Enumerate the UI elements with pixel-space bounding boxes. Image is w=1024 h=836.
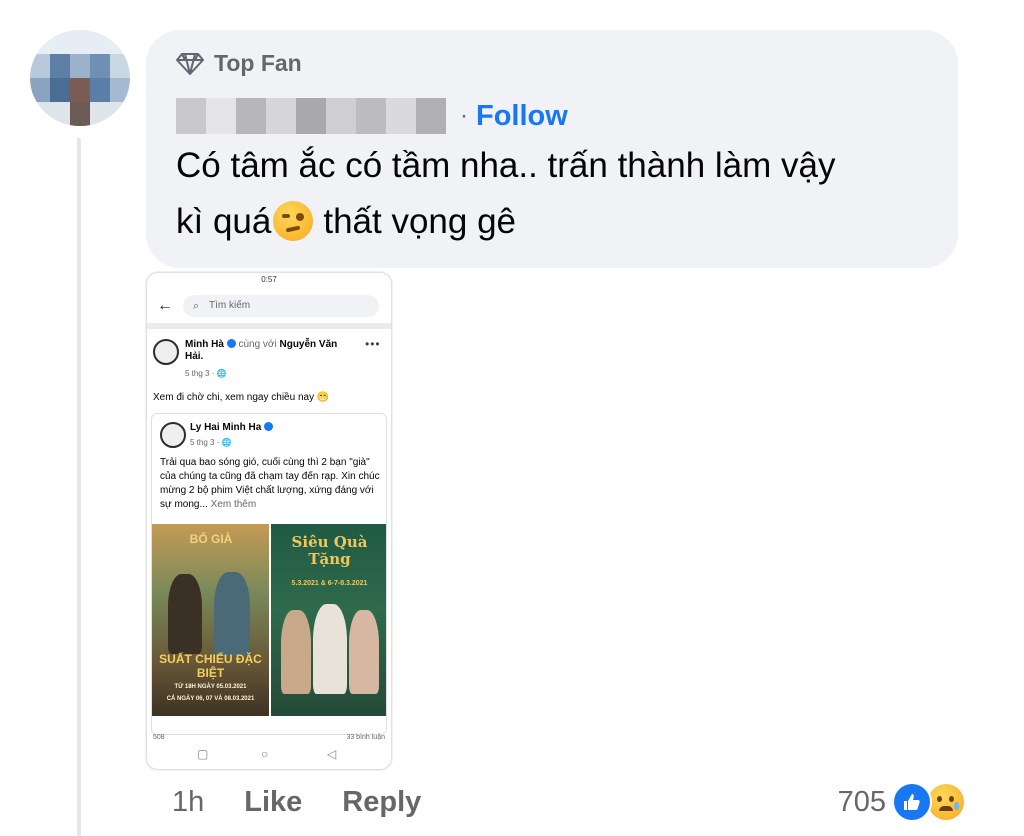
android-nav-bar: ▢ ○ ◁ xyxy=(147,747,391,763)
back-arrow-icon: ← xyxy=(157,297,173,314)
post-avatar xyxy=(153,339,179,365)
comment-bubble: Top Fan · Follow Có tâm ắc có tầm nha.. … xyxy=(146,30,958,268)
divider xyxy=(147,323,391,329)
post-date: 5 thg 3 · 🌐 xyxy=(185,369,227,378)
sad-reaction-icon xyxy=(926,782,966,822)
search-input: ⌕ Tìm kiếm xyxy=(183,295,379,317)
shared-body-text: Trải qua bao sóng gió, cuối cùng thì 2 b… xyxy=(160,457,380,510)
person-figure xyxy=(168,574,202,654)
movie-poster-bo-gia: BỐ GIÀ SUẤT CHIẾU ĐẶC BIỆT TỪ 18H NGÀY 0… xyxy=(152,524,269,716)
post-date-text: 5 thg 3 · xyxy=(185,369,217,378)
verified-icon xyxy=(264,422,274,431)
poster2-dates: 5.3.2021 & 6-7-8.3.2021 xyxy=(291,580,368,587)
top-fan-badge: Top Fan xyxy=(176,50,302,77)
see-more-link: Xem thêm xyxy=(210,499,257,510)
thumbs-up-icon xyxy=(904,794,920,810)
post-with-text: cùng với xyxy=(238,339,277,350)
diamond-icon xyxy=(176,52,204,75)
like-button[interactable]: Like xyxy=(244,786,302,819)
poster1-title: BỐ GIÀ xyxy=(189,532,233,546)
reaction-summary[interactable]: 705 xyxy=(838,780,966,824)
separator-dot: · xyxy=(460,102,468,129)
person-figure xyxy=(281,610,311,694)
status-time: 0:57 xyxy=(261,275,277,284)
post-reactions-row: 508 33 bình luận xyxy=(153,734,385,741)
shared-body: Trải qua bao sóng gió, cuối cùng thì 2 b… xyxy=(160,456,380,512)
search-bar: ← ⌕ Tìm kiếm xyxy=(147,291,391,321)
like-reaction-icon xyxy=(892,782,932,822)
comment-time[interactable]: 1h xyxy=(172,786,204,819)
avatar[interactable] xyxy=(30,30,130,126)
comment-line-1: Có tâm ắc có tầm nha.. trấn thành làm vậ… xyxy=(176,146,836,185)
reaction-total: 705 xyxy=(837,785,886,818)
reply-button[interactable]: Reply xyxy=(342,786,421,819)
woozy-face-icon xyxy=(273,201,314,241)
person-figure xyxy=(214,572,250,656)
home-icon: ○ xyxy=(261,747,269,761)
shared-date: 5 thg 3 · 🌐 xyxy=(190,438,232,447)
shared-author: Ly Hai Minh Ha xyxy=(190,422,262,433)
poster1-caption: SUẤT CHIẾU ĐẶC BIỆT xyxy=(159,652,262,680)
search-icon: ⌕ xyxy=(193,300,200,312)
author-name-blurred[interactable] xyxy=(176,98,446,134)
person-figure xyxy=(349,610,379,694)
post-header: Minh Hà cùng với Nguyễn Văn Hải. xyxy=(185,339,355,363)
poster2-title: Siêu Quà Tặng xyxy=(291,533,368,568)
search-placeholder: Tìm kiếm xyxy=(209,300,251,311)
recent-apps-icon: ▢ xyxy=(197,747,209,761)
back-icon: ◁ xyxy=(327,747,337,761)
poster1-dates-2: CẢ NGÀY 06, 07 VÀ 08.03.2021 xyxy=(166,696,255,702)
comment-thread: Top Fan · Follow Có tâm ắc có tầm nha.. … xyxy=(0,0,1024,836)
comment-actions: 1h Like Reply xyxy=(172,780,421,824)
shared-post: Ly Hai Minh Ha 5 thg 3 · 🌐 Trải qua bao … xyxy=(151,413,387,735)
follow-button[interactable]: Follow xyxy=(476,100,568,133)
shared-avatar xyxy=(160,422,186,448)
author-row: · Follow xyxy=(176,96,568,136)
post-comment-count: 33 bình luận xyxy=(346,734,385,741)
attached-screenshot[interactable]: 0:57 ← ⌕ Tìm kiếm Minh Hà cùng với Nguyễ… xyxy=(146,272,392,770)
comment-line-2-end: thất vọng gê xyxy=(323,202,517,241)
shared-date-text: 5 thg 3 · xyxy=(190,438,222,447)
movie-poster-gift: Siêu Quà Tặng 5.3.2021 & 6-7-8.3.2021 xyxy=(271,524,386,716)
top-fan-label: Top Fan xyxy=(214,50,302,76)
post-reaction-count: 508 xyxy=(153,734,165,741)
more-options-icon: ••• xyxy=(365,337,381,351)
comment-text: Có tâm ắc có tầm nha.. trấn thành làm vậ… xyxy=(176,138,946,250)
thread-line xyxy=(77,138,81,836)
post-author: Minh Hà xyxy=(185,339,224,350)
post-body: Xem đi chờ chi, xem ngay chiều nay 😁 xyxy=(153,392,330,403)
verified-icon xyxy=(226,339,236,348)
comment-line-2-start: kì quá xyxy=(176,202,272,241)
person-figure xyxy=(313,604,347,694)
comment-line-2: kì quá thất vọng gê xyxy=(176,194,946,250)
shared-header: Ly Hai Minh Ha xyxy=(190,422,370,434)
poster1-dates: TỪ 18H NGÀY 05.03.2021 xyxy=(174,684,247,690)
